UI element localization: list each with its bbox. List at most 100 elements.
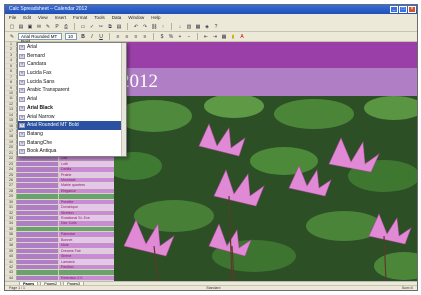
justify-icon[interactable]: ≡ — [142, 34, 148, 40]
cell[interactable]: Mable quarters — [59, 183, 114, 188]
preview-icon[interactable]: ▭ — [80, 24, 86, 30]
chart-icon[interactable]: ▥ — [186, 24, 192, 30]
cell[interactable] — [17, 199, 59, 205]
cell[interactable]: Dominique — [59, 205, 114, 210]
cell[interactable] — [17, 188, 59, 194]
cell[interactable] — [17, 270, 59, 275]
cell[interactable] — [59, 226, 114, 232]
menu-item[interactable]: Edit — [23, 14, 31, 22]
copy-icon[interactable]: ⧉ — [107, 24, 113, 30]
cell[interactable] — [17, 194, 59, 199]
font-option[interactable]: T BatangChe — [18, 139, 126, 148]
menu-item[interactable]: Window — [128, 14, 144, 22]
cell[interactable]: Lamarck — [59, 259, 114, 264]
italic-icon[interactable]: I — [89, 34, 95, 40]
cell[interactable]: Palmstar — [59, 232, 114, 237]
cell[interactable] — [17, 167, 59, 172]
indent-increase-icon[interactable]: ⇥ — [212, 34, 218, 40]
font-size-box[interactable]: 10 — [65, 33, 77, 40]
decimal-remove-icon[interactable]: − — [186, 34, 192, 40]
cell[interactable]: Pavilion — [59, 264, 114, 270]
cell[interactable]: Stretton — [59, 210, 114, 215]
undo-icon[interactable]: ↶ — [133, 24, 139, 30]
cell[interactable] — [17, 177, 59, 183]
font-option[interactable]: T Lucida Fax — [18, 69, 126, 78]
font-option[interactable]: T Candara — [18, 60, 126, 69]
cell[interactable] — [17, 183, 59, 188]
cell[interactable] — [17, 254, 59, 259]
email-icon[interactable]: ✉ — [36, 24, 42, 30]
decimal-add-icon[interactable]: + — [177, 34, 183, 40]
align-center-icon[interactable]: ≡ — [124, 34, 130, 40]
cell[interactable]: Mondiale — [59, 177, 114, 183]
pdf-icon[interactable]: P — [54, 24, 60, 30]
font-name-dropdown[interactable]: T Arial T Bernard T Candara T Lucida Fax T Lucida… — [17, 42, 127, 157]
indent-decrease-icon[interactable]: ⇤ — [203, 34, 209, 40]
cell[interactable]: Retention 2.0 — [59, 275, 114, 281]
cell[interactable]: Dahlia — [59, 167, 114, 172]
font-option[interactable]: T Bernard — [18, 52, 126, 61]
cell[interactable] — [59, 270, 114, 275]
cell[interactable]: Mole — [59, 243, 114, 248]
align-left-icon[interactable]: ≡ — [115, 34, 121, 40]
help-icon[interactable]: ? — [213, 24, 219, 30]
maximize-button[interactable]: □ — [399, 6, 407, 13]
menu-item[interactable]: View — [38, 14, 48, 22]
cell[interactable] — [17, 237, 59, 243]
menu-item[interactable]: Tools — [94, 14, 105, 22]
cell[interactable]: Elegance — [59, 188, 114, 194]
percent-icon[interactable]: % — [168, 34, 174, 40]
sort-asc-icon[interactable]: ↑ — [160, 24, 166, 30]
font-option[interactable]: T Arial Narrow — [18, 113, 126, 122]
cell[interactable] — [59, 194, 114, 199]
spellcheck-icon[interactable]: ✓ — [89, 24, 95, 30]
cell[interactable] — [17, 259, 59, 264]
sort-desc-icon[interactable]: ↓ — [177, 24, 183, 30]
save-icon[interactable]: ▣ — [27, 24, 33, 30]
borders-icon[interactable]: ▦ — [221, 34, 227, 40]
font-option[interactable]: T Book Antiqua — [18, 147, 126, 156]
cell[interactable] — [17, 221, 59, 226]
menu-item[interactable]: Format — [73, 14, 87, 22]
open-icon[interactable]: ▤ — [18, 24, 24, 30]
paste-icon[interactable]: ▤ — [116, 24, 122, 30]
print-icon[interactable]: ⎙ — [63, 24, 69, 30]
close-button[interactable]: × — [408, 6, 416, 13]
menu-item[interactable]: Help — [151, 14, 160, 22]
menu-item[interactable]: Insert — [55, 14, 66, 22]
cell[interactable] — [17, 226, 59, 232]
new-icon[interactable]: ▢ — [9, 24, 15, 30]
cell[interactable]: Dior Colis — [59, 221, 114, 226]
currency-icon[interactable]: $ — [159, 34, 165, 40]
cell[interactable] — [17, 216, 59, 221]
align-right-icon[interactable]: ≡ — [133, 34, 139, 40]
font-name-box[interactable]: Arial Rounded MT Bold — [18, 33, 62, 44]
cell[interactable] — [17, 248, 59, 254]
cell[interactable]: Rotational St. Eve — [59, 216, 114, 221]
font-option[interactable]: T Arial — [18, 95, 126, 104]
cell[interactable]: Prairie — [59, 172, 114, 177]
cell[interactable]: Dreams Fair — [59, 248, 114, 254]
font-option[interactable]: T Arial — [18, 43, 126, 52]
edit-icon[interactable]: ✎ — [45, 24, 51, 30]
font-option[interactable]: T Batang — [18, 130, 126, 139]
font-option[interactable]: T Arial Black — [18, 104, 126, 113]
font-option[interactable]: T Lucida Sans — [18, 78, 126, 87]
redo-icon[interactable]: ↷ — [142, 24, 148, 30]
background-color-icon[interactable]: ▮ — [230, 34, 236, 40]
gallery-icon[interactable]: ▦ — [195, 24, 201, 30]
cell[interactable] — [17, 264, 59, 270]
hyperlink-icon[interactable]: ⛓ — [151, 24, 157, 30]
font-color-icon[interactable]: A — [239, 34, 245, 40]
cell[interactable]: Sirene — [59, 254, 114, 259]
cell[interactable] — [17, 275, 59, 281]
cell[interactable] — [17, 172, 59, 177]
font-option[interactable]: T Arial Rounded MT Bold — [18, 121, 126, 130]
cell[interactable] — [17, 161, 59, 167]
navigator-icon[interactable]: ◈ — [204, 24, 210, 30]
cell[interactable]: Ponette — [59, 199, 114, 205]
cut-icon[interactable]: ✂ — [98, 24, 104, 30]
cell[interactable] — [17, 210, 59, 215]
menu-item[interactable]: File — [9, 14, 16, 22]
font-list-scrollbar[interactable] — [121, 43, 126, 156]
